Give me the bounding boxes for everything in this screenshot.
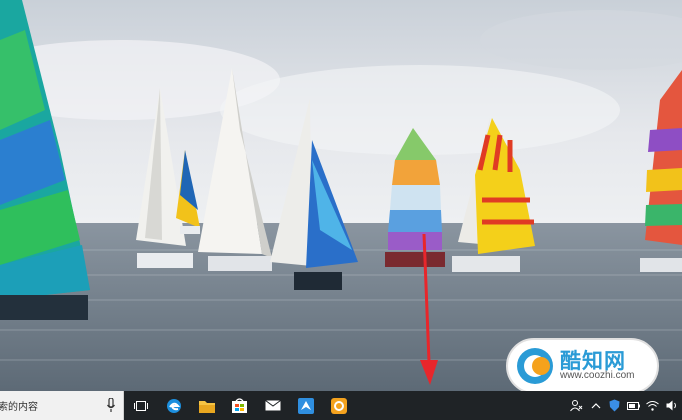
file-explorer-icon (198, 400, 215, 413)
system-tray (570, 391, 682, 420)
desktop-wallpaper (0, 0, 682, 391)
chevron-up-icon (591, 402, 600, 408)
people-icon (570, 399, 583, 411)
store-icon (232, 398, 247, 413)
orange-app-button[interactable] (322, 391, 355, 420)
people-button[interactable] (570, 399, 583, 412)
network-button[interactable] (646, 399, 659, 412)
wallpaper-photo (0, 0, 682, 391)
mail-icon (264, 400, 281, 411)
app-orange-icon (330, 397, 347, 414)
wifi-icon (646, 401, 659, 411)
volume-icon (666, 400, 676, 411)
search-box-text[interactable]: 索的内容 (0, 398, 38, 413)
battery-icon (627, 401, 640, 410)
edge-button[interactable] (157, 391, 190, 420)
mail-button[interactable] (256, 391, 289, 420)
battery-button[interactable] (627, 399, 640, 412)
qq-browser-button[interactable] (289, 391, 322, 420)
task-view-button[interactable] (124, 391, 157, 420)
edge-icon (166, 398, 181, 413)
microphone-icon[interactable] (107, 398, 115, 412)
qq-browser-icon (297, 397, 314, 414)
file-explorer-button[interactable] (190, 391, 223, 420)
task-view-icon (133, 400, 148, 411)
search-box[interactable]: 索的内容 (0, 391, 124, 420)
watermark: 酷知网 www.coozhi.com (505, 337, 660, 395)
shield-icon (609, 399, 620, 412)
watermark-url: www.coozhi.com (560, 370, 635, 381)
security-button[interactable] (608, 399, 621, 412)
show-hidden-icons-button[interactable] (589, 399, 602, 412)
taskbar: 索的内容 (0, 391, 682, 420)
volume-button[interactable] (665, 399, 678, 412)
store-button[interactable] (223, 391, 256, 420)
